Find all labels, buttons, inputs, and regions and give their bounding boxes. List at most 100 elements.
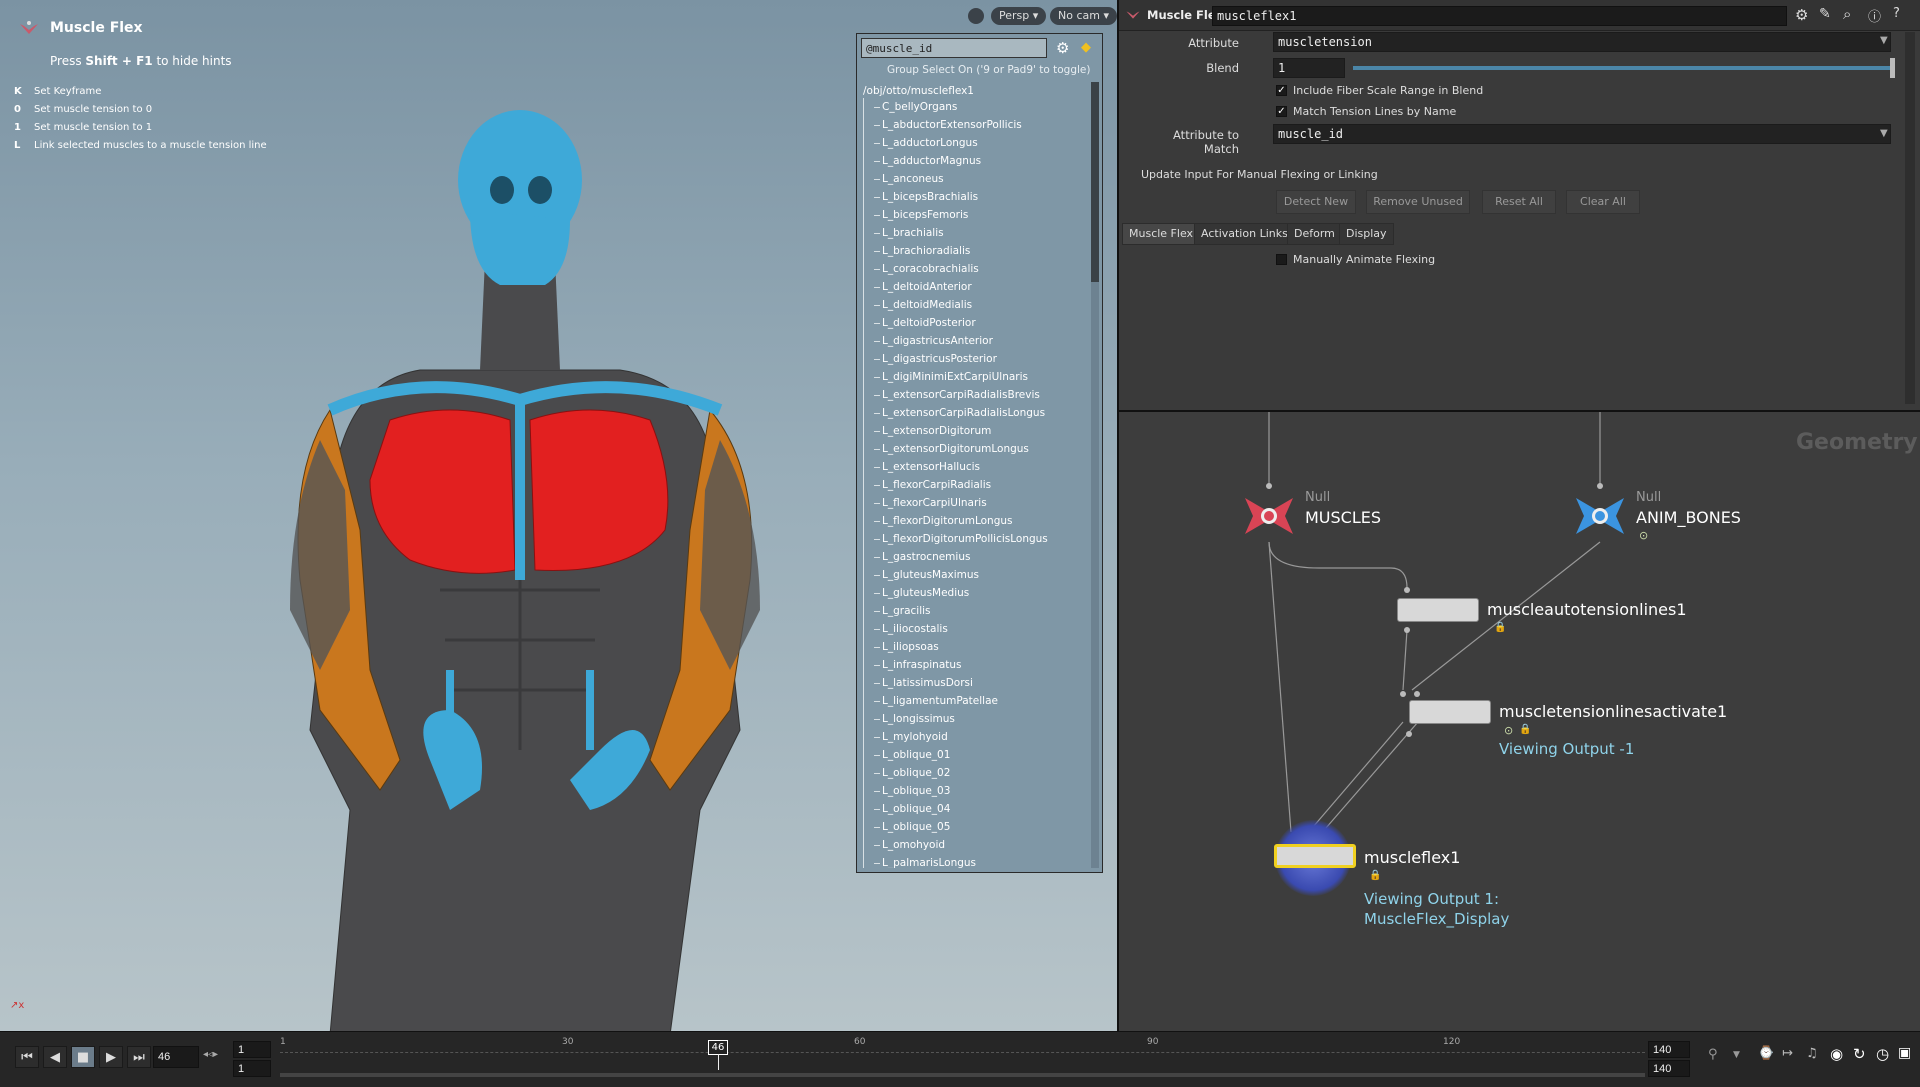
group-list-item[interactable]: L_deltoidPosterior: [863, 314, 1083, 332]
detect-new-button[interactable]: Detect New: [1276, 190, 1356, 214]
group-list-item[interactable]: L_brachialis: [863, 224, 1083, 242]
attribute-field[interactable]: [1273, 32, 1891, 52]
tab-deform[interactable]: Deform: [1287, 223, 1342, 245]
group-list-item[interactable]: L_latissimusDorsi: [863, 674, 1083, 692]
blend-slider[interactable]: [1353, 66, 1893, 70]
lock-camera-icon[interactable]: [968, 8, 984, 24]
remove-unused-button[interactable]: Remove Unused: [1366, 190, 1470, 214]
clock-icon[interactable]: ◷: [1876, 1045, 1889, 1063]
autotension-node-name[interactable]: muscleautotensionlines1: [1487, 600, 1687, 619]
activate-node-name[interactable]: muscletensionlinesactivate1: [1499, 702, 1727, 721]
group-tree-list[interactable]: C_bellyOrgans L_abductorExtensorPollicis L…: [863, 98, 1083, 868]
realtime-icon[interactable]: ⌚: [1758, 1046, 1774, 1061]
jump-start-button[interactable]: ⏮: [15, 1046, 39, 1068]
node-name-field[interactable]: [1212, 6, 1787, 26]
muscleautotensionlines-node[interactable]: [1397, 598, 1479, 622]
group-list-item[interactable]: L_extensorHallucis: [863, 458, 1083, 476]
group-list-item[interactable]: L_bicepsFemoris: [863, 206, 1083, 224]
tab-muscle-flex[interactable]: Muscle Flex: [1122, 223, 1201, 245]
group-list-item[interactable]: L_iliopsoas: [863, 638, 1083, 656]
group-list-item[interactable]: L_ligamentumPatellae: [863, 692, 1083, 710]
group-list-item[interactable]: L_mylohyoid: [863, 728, 1083, 746]
playhead-marker[interactable]: 46: [708, 1040, 728, 1055]
camera-menu-button[interactable]: No cam ▾: [1050, 7, 1117, 25]
blend-field[interactable]: [1273, 58, 1345, 78]
tab-display[interactable]: Display: [1339, 223, 1394, 245]
start-frame-field-2[interactable]: [233, 1060, 271, 1077]
chevron-down-icon[interactable]: ▼: [1880, 128, 1888, 139]
anim-bones-node-name[interactable]: ANIM_BONES: [1636, 508, 1741, 527]
group-list-item[interactable]: L_oblique_05: [863, 818, 1083, 836]
persp-menu-button[interactable]: Persp ▾: [991, 7, 1047, 25]
group-list-item[interactable]: L_digastricusPosterior: [863, 350, 1083, 368]
range-slider[interactable]: [280, 1073, 1645, 1077]
group-pattern-input[interactable]: [861, 38, 1047, 58]
gear-icon[interactable]: ⚙: [1056, 39, 1069, 57]
group-list-item[interactable]: L_gracilis: [863, 602, 1083, 620]
group-list-item[interactable]: L_flexorDigitorumLongus: [863, 512, 1083, 530]
stop-button[interactable]: ■: [71, 1046, 95, 1068]
chevron-down-icon[interactable]: ▼: [1880, 35, 1888, 46]
group-list-item[interactable]: L_oblique_03: [863, 782, 1083, 800]
group-list-item[interactable]: L_coracobrachialis: [863, 260, 1083, 278]
end-frame-field-2[interactable]: [1648, 1060, 1690, 1077]
group-list-scroll-thumb[interactable]: [1091, 82, 1099, 282]
help-icon[interactable]: ?: [1893, 6, 1900, 21]
start-frame-field[interactable]: [233, 1041, 271, 1058]
timeline-ruler[interactable]: 1 30 60 90 120 46: [280, 1034, 1645, 1070]
muscletensionlinesactivate-node[interactable]: [1409, 700, 1491, 724]
muscleflex-node-name[interactable]: muscleflex1: [1364, 848, 1460, 867]
group-list-item[interactable]: L_flexorCarpiUlnaris: [863, 494, 1083, 512]
group-root-path[interactable]: /obj/otto/muscleflex1: [863, 85, 974, 97]
play-button[interactable]: ▶: [99, 1046, 123, 1068]
group-list-item[interactable]: L_longissimus: [863, 710, 1083, 728]
group-list-item[interactable]: L_flexorCarpiRadialis: [863, 476, 1083, 494]
null-node-anim-bones[interactable]: [1572, 492, 1628, 540]
group-list-item[interactable]: L_adductorLongus: [863, 134, 1083, 152]
group-list-item[interactable]: L_extensorCarpiRadialisBrevis: [863, 386, 1083, 404]
group-list-item[interactable]: L_digiMinimiExtCarpiUlnaris: [863, 368, 1083, 386]
group-list-item[interactable]: L_deltoidMedialis: [863, 296, 1083, 314]
blend-slider-handle[interactable]: [1890, 58, 1895, 78]
jump-end-button[interactable]: ⏭: [127, 1046, 151, 1068]
group-list-panel[interactable]: ⚙ ◆ Group Select On ('9 or Pad9' to togg…: [856, 33, 1103, 873]
group-list-item[interactable]: L_abductorExtensorPollicis: [863, 116, 1083, 134]
key-icon[interactable]: ⚲: [1708, 1047, 1718, 1062]
muscleflex-node[interactable]: [1274, 844, 1356, 868]
reset-all-button[interactable]: Reset All: [1482, 190, 1556, 214]
null-node-muscles[interactable]: [1241, 492, 1297, 540]
match-attribute-field[interactable]: [1273, 124, 1891, 144]
options-icon[interactable]: ▣: [1898, 1045, 1911, 1061]
step-keys-icon[interactable]: ◂◃▸: [203, 1049, 218, 1060]
include-fiber-checkbox[interactable]: ✓: [1276, 85, 1287, 96]
params-scrollbar[interactable]: [1905, 32, 1915, 404]
group-list-item[interactable]: L_infraspinatus: [863, 656, 1083, 674]
select-diamond-icon[interactable]: ◆: [1081, 40, 1091, 55]
brush-icon[interactable]: ✎: [1819, 6, 1831, 22]
group-list-item[interactable]: L_adductorMagnus: [863, 152, 1083, 170]
end-frame-field[interactable]: [1648, 1041, 1690, 1058]
muscles-node-name[interactable]: MUSCLES: [1305, 508, 1381, 527]
group-list-item[interactable]: L_oblique_04: [863, 800, 1083, 818]
group-list-item[interactable]: L_brachioradialis: [863, 242, 1083, 260]
group-list-item[interactable]: L_gastrocnemius: [863, 548, 1083, 566]
search-icon[interactable]: ⌕: [1843, 5, 1851, 23]
group-list-item[interactable]: L_gluteusMaximus: [863, 566, 1083, 584]
group-list-item[interactable]: L_flexorDigitorumPollicisLongus: [863, 530, 1083, 548]
info-icon[interactable]: ⓘ: [1868, 6, 1881, 25]
gear-icon[interactable]: ⚙: [1795, 6, 1808, 24]
tab-activation-links[interactable]: Activation Links: [1194, 223, 1295, 245]
audio-icon[interactable]: ♫: [1806, 1046, 1818, 1061]
group-list-item[interactable]: L_anconeus: [863, 170, 1083, 188]
group-list-item[interactable]: L_bicepsBrachialis: [863, 188, 1083, 206]
loop-icon[interactable]: ↻: [1853, 1045, 1866, 1063]
group-list-item[interactable]: L_oblique_01: [863, 746, 1083, 764]
group-list-item[interactable]: L_oblique_02: [863, 764, 1083, 782]
group-list-item[interactable]: L_iliocostalis: [863, 620, 1083, 638]
group-list-item[interactable]: L_extensorCarpiRadialisLongus: [863, 404, 1083, 422]
clear-all-button[interactable]: Clear All: [1566, 190, 1640, 214]
current-frame-field[interactable]: [153, 1046, 199, 1068]
group-list-item[interactable]: L_deltoidAnterior: [863, 278, 1083, 296]
group-list-item[interactable]: L_digastricusAnterior: [863, 332, 1083, 350]
group-list-item[interactable]: C_bellyOrgans: [863, 98, 1083, 116]
